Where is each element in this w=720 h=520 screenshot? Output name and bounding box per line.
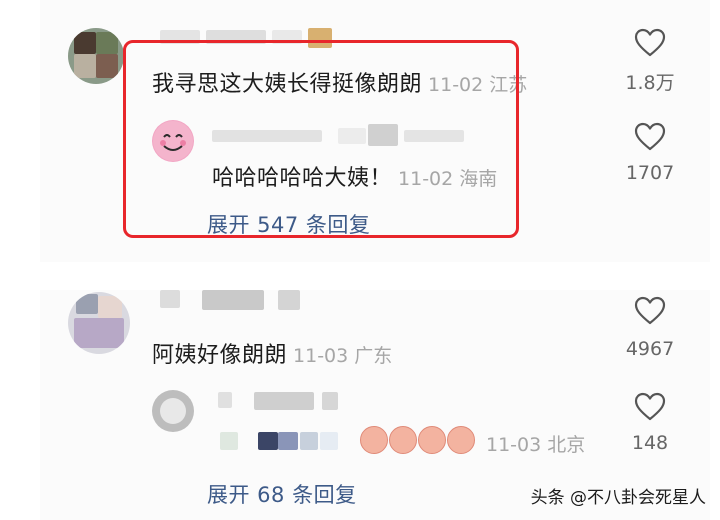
divider bbox=[40, 262, 720, 290]
crying-emoji-icon bbox=[360, 426, 388, 454]
comment-location: 广东 bbox=[354, 345, 393, 367]
reply-date: 11-03 bbox=[486, 434, 542, 456]
username-blurred[interactable] bbox=[160, 288, 310, 312]
watermark: 头条 @不八卦会死星人 bbox=[530, 488, 706, 508]
comment-text: 阿姨好像朗朗 11-03 广东 bbox=[152, 337, 392, 369]
crying-emoji-icon bbox=[447, 426, 475, 454]
reply-meta: 11-03 北京 bbox=[480, 430, 585, 457]
reply-location: 北京 bbox=[547, 434, 586, 456]
crying-emoji-icon bbox=[389, 426, 417, 454]
heart-outline-icon[interactable] bbox=[634, 296, 666, 326]
avatar[interactable] bbox=[68, 28, 124, 84]
expand-replies-link[interactable]: 展开 68 条回复 bbox=[207, 479, 357, 509]
reply-like-count: 148 bbox=[631, 432, 669, 454]
heart-outline-icon[interactable] bbox=[634, 28, 666, 58]
emoji-group bbox=[360, 426, 478, 454]
highlight-box bbox=[123, 40, 519, 238]
avatar[interactable] bbox=[68, 292, 130, 354]
heart-outline-icon[interactable] bbox=[634, 122, 666, 152]
comment-date: 11-03 bbox=[293, 345, 349, 367]
reply-avatar[interactable] bbox=[152, 390, 194, 432]
heart-outline-icon[interactable] bbox=[634, 392, 666, 422]
comment-body: 阿姨好像朗朗 bbox=[152, 343, 288, 368]
reply-text-blurred bbox=[220, 430, 360, 452]
like-count: 4967 bbox=[625, 338, 675, 360]
reply-like-count: 1707 bbox=[625, 162, 675, 184]
crying-emoji-icon bbox=[418, 426, 446, 454]
reply-username-blurred[interactable] bbox=[218, 390, 358, 412]
like-count: 1.8万 bbox=[625, 72, 675, 94]
